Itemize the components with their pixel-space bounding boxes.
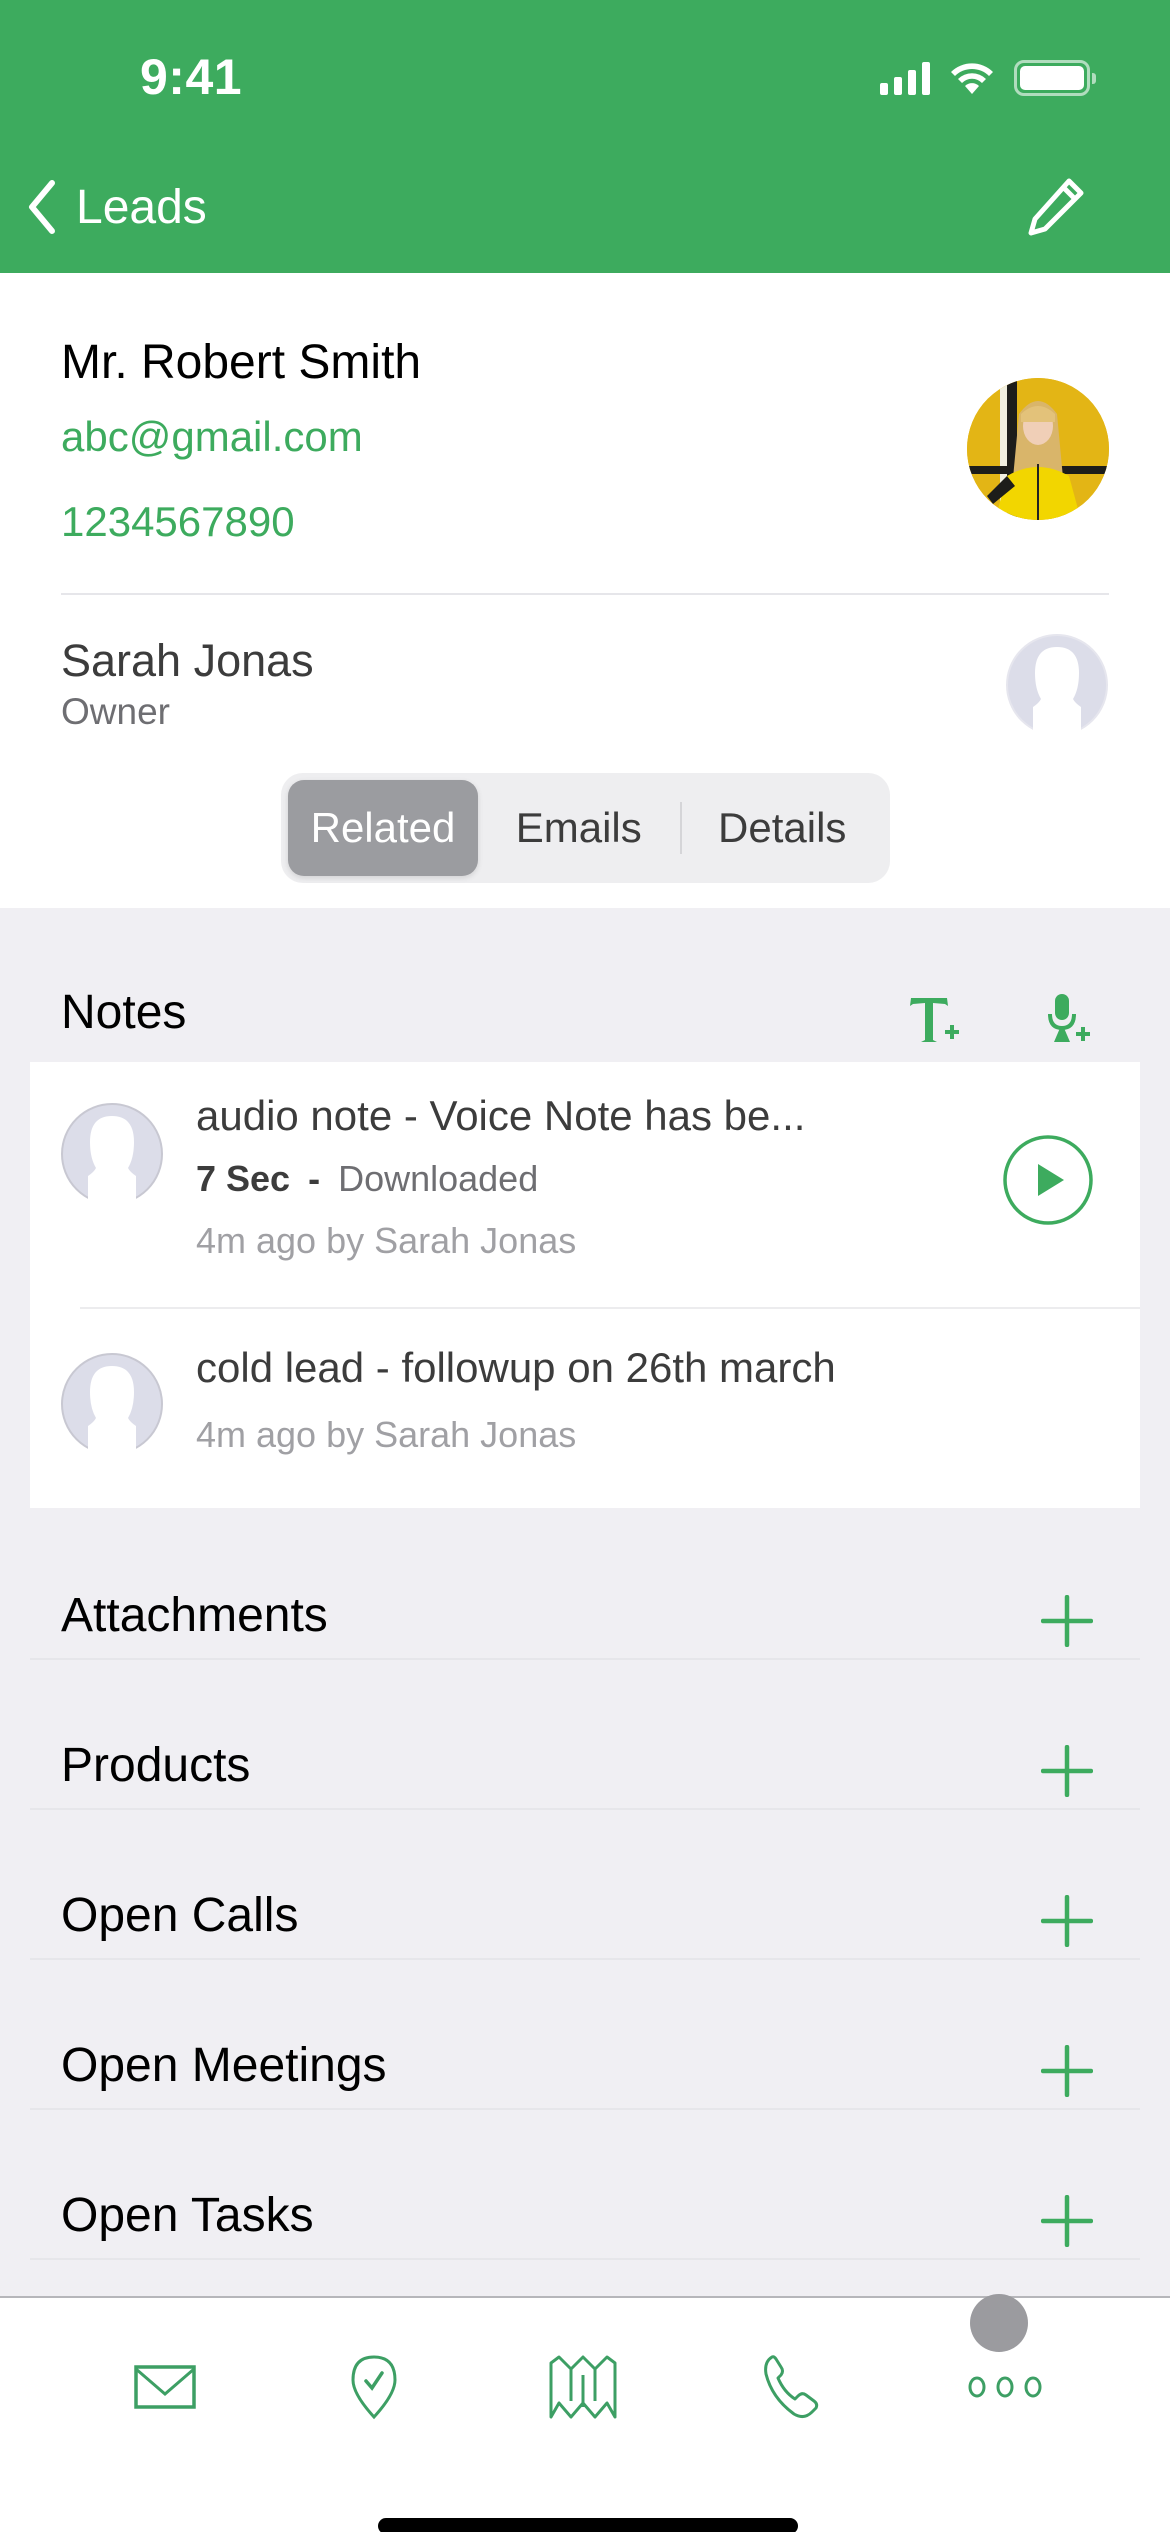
- note-item[interactable]: audio note - Voice Note has be... 7 Sec …: [30, 1062, 1140, 1309]
- status-icons: [880, 58, 1096, 98]
- note-audio-info: 7 Sec - Downloaded: [196, 1158, 538, 1200]
- note-download-status: Downloaded: [338, 1158, 539, 1199]
- section-open-meetings[interactable]: Open Meetings: [30, 1960, 1140, 2110]
- note-author-avatar: [60, 1102, 164, 1206]
- owner-name: Sarah Jonas: [61, 635, 314, 686]
- more-icon: [968, 2376, 1042, 2398]
- phone-icon: [764, 2355, 819, 2419]
- notes-list: audio note - Voice Note has be... 7 Sec …: [30, 1062, 1140, 1508]
- app-header: 9:41 Leads: [0, 0, 1170, 273]
- note-title: cold lead - followup on 26th march: [196, 1344, 836, 1391]
- note-title: audio note - Voice Note has be...: [196, 1092, 806, 1139]
- back-label: Leads: [76, 180, 207, 234]
- edit-button[interactable]: [1020, 172, 1090, 242]
- default-avatar-icon: [61, 1103, 163, 1206]
- battery-icon: [1014, 60, 1096, 96]
- section-label: Open Calls: [61, 1889, 299, 1942]
- call-button[interactable]: [732, 2342, 852, 2432]
- note-meta: 4m ago by Sarah Jonas: [196, 1220, 577, 1261]
- note-duration: 7 Sec: [196, 1158, 291, 1199]
- contact-photo[interactable]: [967, 378, 1109, 520]
- more-button[interactable]: [945, 2342, 1065, 2432]
- tab-details[interactable]: Details: [682, 780, 884, 876]
- section-products[interactable]: Products: [30, 1660, 1140, 1810]
- divider: [80, 1307, 1140, 1309]
- plus-icon: [1041, 1745, 1093, 1797]
- home-indicator[interactable]: [378, 2518, 798, 2532]
- owner-role-label: Owner: [61, 691, 170, 732]
- default-avatar-icon: [1006, 634, 1108, 737]
- add-task-button[interactable]: [1032, 2186, 1102, 2256]
- plus-icon: [1041, 1895, 1093, 1947]
- add-attachment-button[interactable]: [1032, 1586, 1102, 1656]
- email-icon: [134, 2365, 196, 2409]
- contact-email-link[interactable]: abc@gmail.com: [61, 413, 363, 461]
- add-text-note-button[interactable]: [895, 980, 975, 1060]
- note-author-avatar: [60, 1352, 164, 1456]
- contact-name: Mr. Robert Smith: [61, 336, 422, 389]
- contact-card: Mr. Robert Smith abc@gmail.com 123456789…: [0, 273, 1170, 908]
- add-voice-note-button[interactable]: [1030, 980, 1110, 1060]
- plus-icon: [1041, 2045, 1093, 2097]
- section-open-tasks[interactable]: Open Tasks: [30, 2110, 1140, 2260]
- plus-icon: [1041, 1595, 1093, 1647]
- notes-section-title: Notes: [61, 986, 187, 1039]
- section-attachments[interactable]: Attachments: [30, 1510, 1140, 1660]
- check-in-button[interactable]: [314, 2342, 434, 2432]
- divider: [61, 593, 1109, 595]
- segmented-control: Related Emails Details: [281, 773, 890, 883]
- section-label: Open Meetings: [61, 2039, 387, 2092]
- email-button[interactable]: [105, 2342, 225, 2432]
- add-meeting-button[interactable]: [1032, 2036, 1102, 2106]
- map-button[interactable]: [523, 2342, 643, 2432]
- divider: [30, 2258, 1140, 2260]
- add-voice-note-icon: [1048, 994, 1090, 1042]
- owner-avatar[interactable]: [1005, 633, 1109, 737]
- play-icon: [1003, 1135, 1093, 1225]
- bottom-toolbar: [0, 2296, 1170, 2532]
- note-item[interactable]: cold lead - followup on 26th march 4m ag…: [30, 1310, 1140, 1508]
- contact-phone-link[interactable]: 1234567890: [61, 498, 295, 546]
- chevron-left-icon: [29, 180, 55, 234]
- section-label: Attachments: [61, 1589, 328, 1642]
- tab-related[interactable]: Related: [288, 780, 478, 876]
- signal-icon: [880, 61, 930, 95]
- add-text-note-icon: [910, 998, 959, 1042]
- section-label: Open Tasks: [61, 2189, 314, 2242]
- map-icon: [549, 2355, 617, 2419]
- section-open-calls[interactable]: Open Calls: [30, 1810, 1140, 1960]
- check-in-location-icon: [351, 2355, 397, 2420]
- back-button[interactable]: Leads: [22, 172, 207, 242]
- contact-photo-image: [967, 378, 1109, 520]
- add-product-button[interactable]: [1032, 1736, 1102, 1806]
- play-button[interactable]: [1002, 1134, 1094, 1226]
- note-separator: -: [308, 1158, 321, 1199]
- status-time: 9:41: [140, 49, 243, 105]
- note-meta: 4m ago by Sarah Jonas: [196, 1414, 577, 1455]
- plus-icon: [1041, 2195, 1093, 2247]
- add-call-button[interactable]: [1032, 1886, 1102, 1956]
- default-avatar-icon: [61, 1353, 163, 1456]
- pencil-icon: [1028, 178, 1084, 236]
- wifi-icon: [951, 63, 993, 94]
- section-label: Products: [61, 1739, 251, 1792]
- tab-emails[interactable]: Emails: [478, 780, 680, 876]
